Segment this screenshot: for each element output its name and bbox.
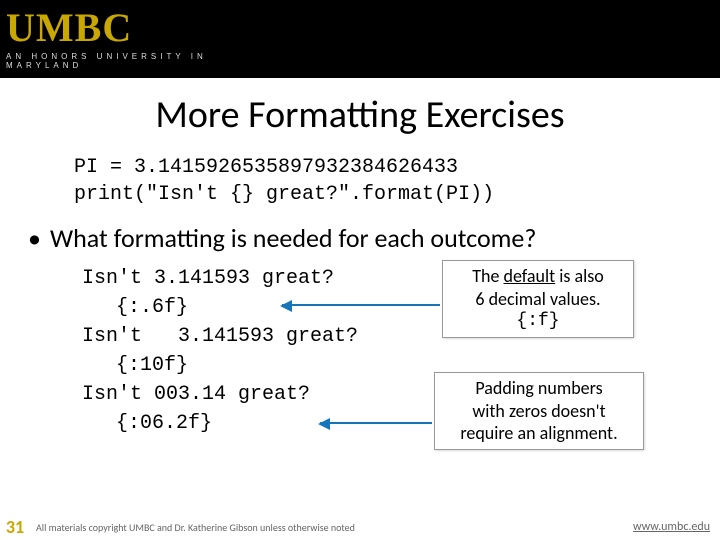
callout-a-pre: The	[472, 265, 503, 287]
tagline: AN HONORS UNIVERSITY IN MARYLAND	[6, 52, 286, 70]
header-bar: UMBC AN HONORS UNIVERSITY IN MARYLAND	[0, 0, 720, 78]
copyright: All materials copyright UMBC and Dr. Kat…	[36, 521, 355, 534]
callout-a-u: default	[504, 265, 556, 287]
callout-padding-line3: require an alignment.	[445, 422, 633, 445]
logo-text: UMBC	[6, 8, 286, 48]
code-block: PI = 3.1415926535897932384626433 print("…	[74, 154, 720, 208]
arrow-1	[282, 304, 440, 306]
logo-block: UMBC AN HONORS UNIVERSITY IN MARYLAND	[6, 8, 286, 68]
callout-padding-line1: Padding numbers	[445, 377, 633, 400]
footer: 31 All materials copyright UMBC and Dr. …	[0, 516, 720, 540]
callout-default-line1: The default is also	[453, 265, 623, 288]
callout-default-line2: 6 decimal values.	[453, 288, 623, 311]
callout-default: The default is also 6 decimal values. {:…	[442, 260, 634, 338]
slide-title: More Formatting Exercises	[0, 92, 720, 138]
callout-padding-line2: with zeros doesn't	[445, 400, 633, 423]
callout-a-post: is also	[555, 265, 604, 287]
arrow-2	[320, 422, 432, 424]
site-link[interactable]: www.umbc.edu	[633, 520, 710, 534]
code-line-1: PI = 3.1415926535897932384626433	[74, 154, 720, 181]
slide-number: 31	[0, 516, 30, 538]
callout-default-mono: {:f}	[453, 310, 623, 333]
bullet-question: What formatting is needed for each outco…	[28, 222, 720, 254]
code-line-2: print("Isn't {} great?".format(PI))	[74, 181, 720, 208]
outcomes-block: Isn't 3.141593 great? {:.6f} Isn't 3.141…	[82, 264, 682, 438]
callout-padding: Padding numbers with zeros doesn't requi…	[434, 372, 644, 450]
